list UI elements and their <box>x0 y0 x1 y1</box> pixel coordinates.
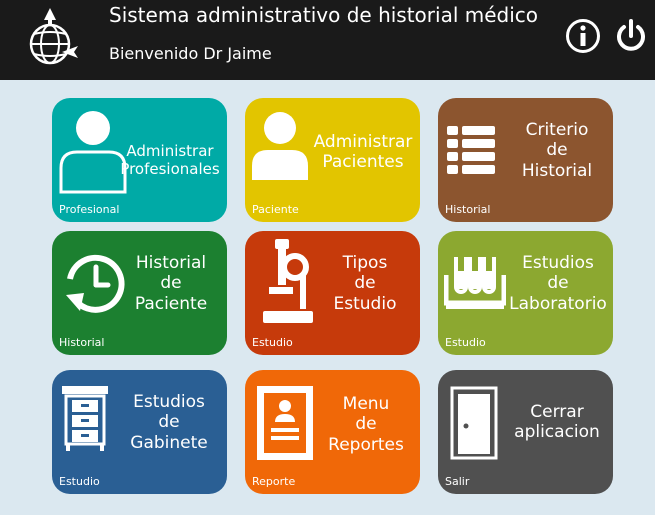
test-tubes-icon <box>444 257 506 309</box>
cabinet-icon <box>62 386 108 451</box>
tile-title: Criterio de Historial <box>521 120 593 181</box>
tile-title: Administrar Pacientes <box>313 132 413 173</box>
tile-title: Historial de Paciente <box>134 253 208 314</box>
tile-historial-de-paciente[interactable]: Historial de Paciente Historial <box>52 231 227 355</box>
tile-administrar-profesionales[interactable]: Administrar Profesionales Profesional <box>52 98 227 222</box>
user-icon <box>252 112 308 180</box>
power-icon[interactable] <box>614 18 648 54</box>
tile-administrar-pacientes[interactable]: Administrar Pacientes Paciente <box>245 98 420 222</box>
tile-tipos-de-estudio[interactable]: Tipos de Estudio Estudio <box>245 231 420 355</box>
microscope-icon <box>263 239 313 323</box>
info-icon[interactable] <box>565 18 601 54</box>
tile-estudios-de-gabinete[interactable]: Estudios de Gabinete Estudio <box>52 370 227 494</box>
app-header: Sistema administrativo de historial médi… <box>0 0 655 80</box>
tile-title: Estudios de Laboratorio <box>509 253 607 314</box>
tile-subtitle: Estudio <box>445 336 486 349</box>
tile-menu-de-reportes[interactable]: Menu de Reportes Reporte <box>245 370 420 494</box>
tile-subtitle: Estudio <box>252 336 293 349</box>
tile-subtitle: Paciente <box>252 203 299 216</box>
list-icon <box>447 126 495 174</box>
tile-title: Estudios de Gabinete <box>130 392 208 453</box>
tile-criterio-de-historial[interactable]: Criterio de Historial Historial <box>438 98 613 222</box>
welcome-text: Bienvenido Dr Jaime <box>109 44 272 63</box>
clock-history-icon <box>66 254 125 313</box>
report-icon <box>257 386 313 460</box>
door-icon <box>450 386 498 460</box>
tile-title: Cerrar aplicacion <box>514 402 600 443</box>
tile-subtitle: Historial <box>59 336 105 349</box>
app-title: Sistema administrativo de historial médi… <box>109 3 539 27</box>
tile-subtitle: Historial <box>445 203 491 216</box>
tile-subtitle: Salir <box>445 475 470 488</box>
tile-subtitle: Profesional <box>59 203 120 216</box>
tile-subtitle: Estudio <box>59 475 100 488</box>
globe-airplane-icon <box>29 8 78 65</box>
tile-title: Administrar Profesionales <box>120 142 220 178</box>
tile-title: Menu de Reportes <box>328 394 404 455</box>
tile-subtitle: Reporte <box>252 475 296 488</box>
tile-title: Tipos de Estudio <box>333 253 397 314</box>
tile-estudios-de-laboratorio[interactable]: Estudios de Laboratorio Estudio <box>438 231 613 355</box>
tile-cerrar-aplicacion[interactable]: Cerrar aplicacion Salir <box>438 370 613 494</box>
